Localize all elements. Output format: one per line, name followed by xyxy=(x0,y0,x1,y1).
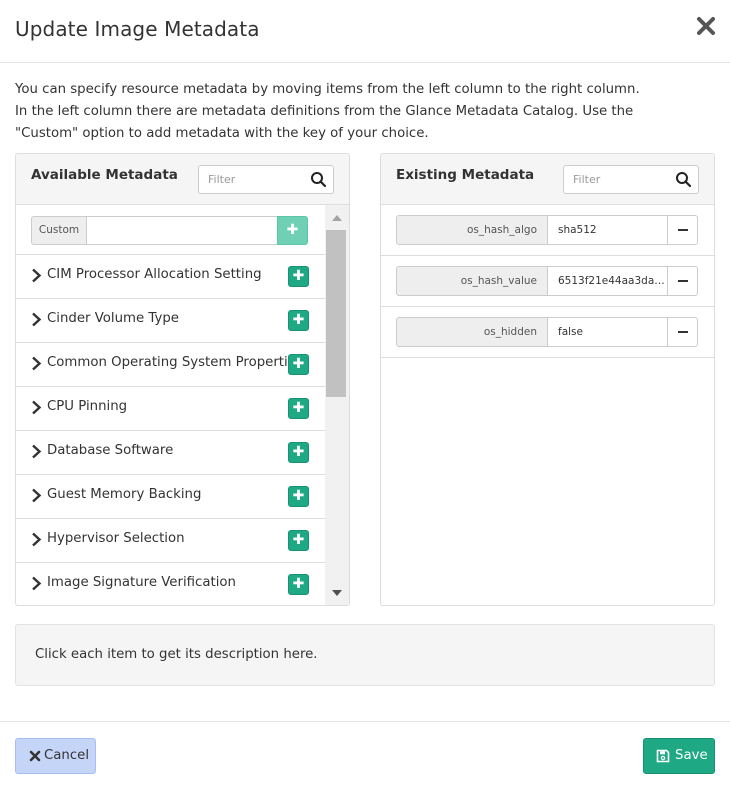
plus-icon: ✚ xyxy=(292,576,305,592)
list-item-label: Guest Memory Backing xyxy=(47,487,202,502)
list-item[interactable]: Database Software ✚ xyxy=(16,430,325,474)
cancel-label: Cancel xyxy=(44,748,90,763)
add-item-button[interactable]: ✚ xyxy=(288,530,309,551)
chevron-right-icon xyxy=(32,444,42,459)
scroll-up-arrow-icon[interactable] xyxy=(332,215,342,221)
metadata-key: os_hash_value xyxy=(396,266,548,296)
list-item-label: Hypervisor Selection xyxy=(47,531,185,546)
remove-metadata-button[interactable] xyxy=(667,266,698,296)
plus-icon: ✚ xyxy=(292,312,305,328)
add-item-button[interactable]: ✚ xyxy=(288,354,309,375)
list-item[interactable]: Cinder Volume Type ✚ xyxy=(16,298,325,342)
chevron-right-icon xyxy=(32,576,42,591)
custom-add-button[interactable]: ✚ xyxy=(277,216,308,245)
list-item-label: CPU Pinning xyxy=(47,399,128,414)
list-item-label: Cinder Volume Type xyxy=(47,311,179,326)
custom-key-input[interactable] xyxy=(86,216,278,245)
plus-icon: ✚ xyxy=(292,488,305,504)
existing-filter-input[interactable] xyxy=(564,166,668,193)
save-label: Save xyxy=(675,748,708,763)
close-icon xyxy=(697,17,715,35)
existing-metadata-row: os_hidden xyxy=(381,307,714,358)
existing-filter xyxy=(563,165,699,194)
chevron-right-icon xyxy=(32,532,42,547)
remove-metadata-button[interactable] xyxy=(667,317,698,347)
existing-metadata-row: os_hash_algo xyxy=(381,205,714,256)
dialog-footer: Cancel Save xyxy=(0,721,730,788)
add-item-button[interactable]: ✚ xyxy=(288,574,309,595)
update-metadata-dialog: Update Image Metadata You can specify re… xyxy=(0,0,730,788)
plus-icon: ✚ xyxy=(292,444,305,460)
list-item[interactable]: Hypervisor Selection ✚ xyxy=(16,518,325,562)
list-item[interactable]: Common Operating System Properties ✚ xyxy=(16,342,325,386)
plus-icon: ✚ xyxy=(286,222,299,238)
scroll-down-arrow-icon[interactable] xyxy=(332,590,342,596)
available-panel-title: Available Metadata xyxy=(31,167,178,183)
cancel-button[interactable]: Cancel xyxy=(15,738,96,774)
list-item[interactable]: Guest Memory Backing ✚ xyxy=(16,474,325,518)
save-button[interactable]: Save xyxy=(643,738,715,774)
chevron-right-icon xyxy=(32,268,42,283)
search-icon[interactable] xyxy=(310,171,327,188)
list-item[interactable]: CPU Pinning ✚ xyxy=(16,386,325,430)
existing-panel-header: Existing Metadata xyxy=(381,154,714,205)
metadata-value-input[interactable] xyxy=(547,266,668,296)
remove-metadata-button[interactable] xyxy=(667,215,698,245)
chevron-right-icon xyxy=(32,356,42,371)
add-item-button[interactable]: ✚ xyxy=(288,398,309,419)
custom-metadata-row: Custom ✚ xyxy=(31,216,308,245)
list-item-label: Database Software xyxy=(47,443,174,458)
list-item-label: Image Signature Verification xyxy=(47,575,236,590)
scroll-thumb[interactable] xyxy=(326,230,346,397)
available-panel-header: Available Metadata xyxy=(16,154,349,205)
close-button[interactable] xyxy=(694,14,718,38)
available-list: Custom ✚ CIM Processor Allocation Settin… xyxy=(16,205,325,605)
search-icon[interactable] xyxy=(675,171,692,188)
chevron-right-icon xyxy=(32,312,42,327)
x-icon xyxy=(29,750,41,762)
dialog-header: Update Image Metadata xyxy=(0,0,730,63)
metadata-key: os_hash_algo xyxy=(396,215,548,245)
existing-metadata-panel: Existing Metadata os_hash_algo os_hash_v… xyxy=(380,153,715,606)
add-item-button[interactable]: ✚ xyxy=(288,486,309,507)
metadata-key: os_hidden xyxy=(396,317,548,347)
existing-metadata-row: os_hash_value xyxy=(381,256,714,307)
available-scrollbar[interactable] xyxy=(325,205,349,605)
metadata-value-input[interactable] xyxy=(547,215,668,245)
plus-icon: ✚ xyxy=(292,400,305,416)
plus-icon: ✚ xyxy=(292,268,305,284)
metadata-value-input[interactable] xyxy=(547,317,668,347)
list-item[interactable]: Image Signature Verification ✚ xyxy=(16,562,325,605)
chevron-right-icon xyxy=(32,400,42,415)
dialog-title: Update Image Metadata xyxy=(15,17,260,41)
chevron-right-icon xyxy=(32,488,42,503)
add-item-button[interactable]: ✚ xyxy=(288,266,309,287)
custom-label: Custom xyxy=(31,216,87,245)
add-item-button[interactable]: ✚ xyxy=(288,442,309,463)
list-item[interactable]: CIM Processor Allocation Setting ✚ xyxy=(16,254,325,298)
list-item-label: CIM Processor Allocation Setting xyxy=(47,267,262,282)
available-filter-input[interactable] xyxy=(199,166,303,193)
floppy-disk-icon xyxy=(656,749,670,763)
intro-text: You can specify resource metadata by mov… xyxy=(15,82,640,141)
add-item-button[interactable]: ✚ xyxy=(288,310,309,331)
available-metadata-panel: Available Metadata Custom ✚ CIM Processo… xyxy=(15,153,350,606)
description-box: Click each item to get its description h… xyxy=(15,624,715,686)
plus-icon: ✚ xyxy=(292,532,305,548)
plus-icon: ✚ xyxy=(292,356,305,372)
available-filter xyxy=(198,165,334,194)
existing-panel-title: Existing Metadata xyxy=(396,167,535,183)
list-item-label: Common Operating System Properties xyxy=(47,355,303,370)
description-text: Click each item to get its description h… xyxy=(35,647,318,662)
